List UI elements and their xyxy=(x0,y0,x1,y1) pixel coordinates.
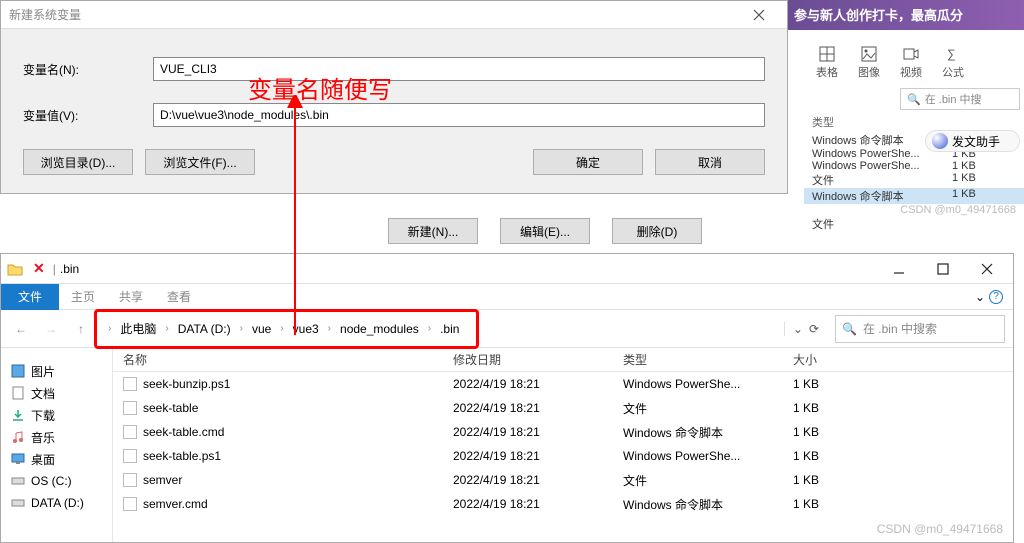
new-button[interactable]: 新建(N)... xyxy=(388,218,478,244)
delete-button[interactable]: 删除(D) xyxy=(612,218,702,244)
ok-button[interactable]: 确定 xyxy=(533,149,643,175)
tab-view[interactable]: 查看 xyxy=(155,284,203,310)
bg-col-type: 类型 xyxy=(812,114,952,130)
ribbon-video-icon: 视频 xyxy=(900,46,922,80)
file-icon xyxy=(123,377,137,391)
file-icon xyxy=(123,449,137,463)
nav-documents[interactable]: 文档 xyxy=(1,382,112,404)
refresh-icon[interactable]: ⟳ xyxy=(809,322,819,336)
file-row[interactable]: semver2022/4/19 18:21文件1 KB xyxy=(113,468,1013,492)
ribbon-formula-icon: ∑公式 xyxy=(942,46,964,80)
browse-file-button[interactable]: 浏览文件(F)... xyxy=(145,149,255,175)
env-list-buttons: 新建(N)... 编辑(E)... 删除(D) xyxy=(388,218,702,244)
nav-drive-c[interactable]: OS (C:) xyxy=(1,470,112,492)
file-row[interactable]: semver.cmd2022/4/19 18:21Windows 命令脚本1 K… xyxy=(113,492,1013,516)
nav-up-icon[interactable]: ↑ xyxy=(69,317,93,341)
nav-drive-d[interactable]: DATA (D:) xyxy=(1,492,112,514)
col-name[interactable]: 名称 xyxy=(113,351,443,368)
col-date[interactable]: 修改日期 xyxy=(443,351,613,368)
file-explorer: ✕ | .bin 文件 主页 共享 查看 ⌄ ? ← → ↑ › 此电脑› DA… xyxy=(0,253,1014,543)
folder-icon xyxy=(7,262,23,276)
search-input[interactable]: 🔍 在 .bin 中搜索 xyxy=(835,315,1005,343)
col-size[interactable]: 大小 xyxy=(783,351,903,368)
nav-pane: 图片 文档 下载 音乐 桌面 OS (C:) DATA (D:) xyxy=(1,348,113,542)
bg-watermark: CSDN @m0_49471668 xyxy=(804,204,1024,216)
bg-row: 文件1 KB xyxy=(804,172,1024,188)
var-value-input[interactable] xyxy=(153,103,765,127)
file-icon xyxy=(123,473,137,487)
explorer-title: .bin xyxy=(60,262,79,276)
ribbon-table-icon: 表格 xyxy=(816,46,838,80)
file-row[interactable]: seek-table2022/4/19 18:21文件1 KB xyxy=(113,396,1013,420)
nav-forward-icon[interactable]: → xyxy=(39,317,63,341)
promo-banner: 参与新人创作打卡，最高瓜分 xyxy=(784,0,1024,30)
tab-home[interactable]: 主页 xyxy=(59,284,107,310)
col-type[interactable]: 类型 xyxy=(613,351,783,368)
bg-row: Windows 命令脚本1 KB xyxy=(804,188,1024,204)
maximize-button[interactable] xyxy=(921,255,965,283)
var-name-input[interactable] xyxy=(153,57,765,81)
cancel-button[interactable]: 取消 xyxy=(655,149,765,175)
nav-music[interactable]: 音乐 xyxy=(1,426,112,448)
file-icon xyxy=(123,497,137,511)
var-value-label: 变量值(V): xyxy=(23,107,153,124)
nav-back-icon[interactable]: ← xyxy=(9,317,33,341)
file-icon xyxy=(123,425,137,439)
bg-row: Windows PowerShe...1 KB xyxy=(804,160,1024,172)
svg-text:∑: ∑ xyxy=(947,47,956,61)
ribbon-expand-icon[interactable]: ⌄ xyxy=(975,290,985,304)
close-window-button[interactable] xyxy=(965,255,1009,283)
file-list: 名称 修改日期 类型 大小 seek-bunzip.ps12022/4/19 1… xyxy=(113,348,1013,542)
var-name-label: 变量名(N): xyxy=(23,61,153,78)
file-row[interactable]: seek-bunzip.ps12022/4/19 18:21Windows Po… xyxy=(113,372,1013,396)
nav-pictures[interactable]: 图片 xyxy=(1,360,112,382)
watermark: CSDN @m0_49471668 xyxy=(877,522,1003,536)
breadcrumb[interactable]: › 此电脑› DATA (D:)› vue› vue3› node_module… xyxy=(99,315,829,343)
assistant-pill[interactable]: 发文助手 xyxy=(925,130,1020,152)
tab-file[interactable]: 文件 xyxy=(1,284,59,310)
tab-share[interactable]: 共享 xyxy=(107,284,155,310)
chevron-down-icon[interactable]: ⌄ xyxy=(793,322,803,336)
search-icon: 🔍 xyxy=(842,322,857,336)
file-row[interactable]: seek-table.ps12022/4/19 18:21Windows Pow… xyxy=(113,444,1013,468)
env-var-dialog: 新建系统变量 变量名(N): 变量值(V): 浏览目录(D)... 浏览文件(F… xyxy=(0,0,788,194)
close-tab-icon[interactable]: ✕ xyxy=(33,260,45,277)
nav-desktop[interactable]: 桌面 xyxy=(1,448,112,470)
minimize-button[interactable] xyxy=(877,255,921,283)
help-icon[interactable]: ? xyxy=(989,290,1003,304)
bg-search[interactable]: 🔍 在 .bin 中搜 xyxy=(900,88,1020,110)
browse-dir-button[interactable]: 浏览目录(D)... xyxy=(23,149,133,175)
edit-button[interactable]: 编辑(E)... xyxy=(500,218,590,244)
ribbon-image-icon: 图像 xyxy=(858,46,880,80)
close-button[interactable] xyxy=(739,2,779,28)
file-row[interactable]: seek-table.cmd2022/4/19 18:21Windows 命令脚… xyxy=(113,420,1013,444)
dialog-title: 新建系统变量 xyxy=(9,6,739,23)
bg-row: 文件 xyxy=(804,216,1024,232)
file-icon xyxy=(123,401,137,415)
assistant-icon xyxy=(932,133,948,149)
nav-downloads[interactable]: 下载 xyxy=(1,404,112,426)
